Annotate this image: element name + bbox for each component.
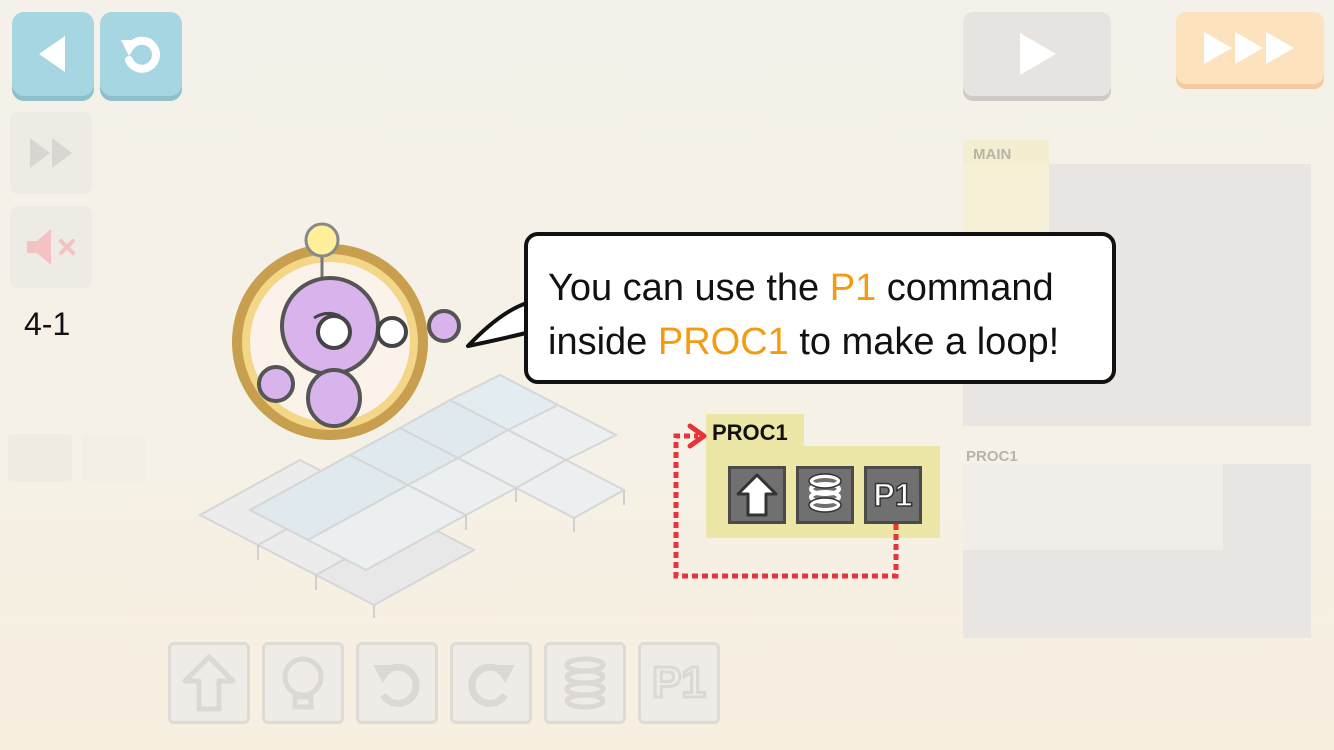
triple-arrow-icon	[1204, 32, 1294, 64]
forward-arrow-icon	[182, 654, 236, 712]
play-button[interactable]	[963, 12, 1111, 96]
side-placeholder	[82, 434, 146, 482]
palette-turn-right-button[interactable]	[450, 642, 532, 724]
sound-muted-icon	[27, 229, 75, 265]
tutorial-text: command	[876, 267, 1054, 309]
main-label: MAIN	[973, 146, 1012, 163]
turn-right-icon	[468, 663, 515, 707]
turn-left-icon	[373, 663, 420, 707]
lightbulb-icon	[282, 656, 324, 710]
spring-icon	[564, 656, 606, 710]
main-slot-highlight	[963, 164, 1049, 236]
step-button[interactable]	[10, 112, 92, 194]
reset-button[interactable]	[100, 12, 182, 96]
palette-p1-button[interactable]: P1	[638, 642, 720, 724]
sound-button[interactable]	[10, 206, 92, 288]
palette-light-button[interactable]	[262, 642, 344, 724]
palette-p1-text: P1	[651, 657, 708, 709]
palette-turn-left-button[interactable]	[356, 642, 438, 724]
reset-icon	[121, 36, 160, 73]
tutorial-text: You can use the	[548, 267, 830, 309]
proc1-slots	[963, 464, 1223, 550]
level-label: 4-1	[24, 306, 71, 342]
tutorial-line-1: You can use the P1 command	[548, 261, 1092, 315]
tutorial-line-2: inside PROC1 to make a loop!	[548, 315, 1092, 369]
tutorial-bubble: You can use the P1 command inside PROC1 …	[524, 232, 1116, 384]
proc1-highlight: PROC1	[657, 321, 789, 363]
tutorial-text: inside	[548, 321, 658, 363]
loop-arrow	[673, 423, 899, 579]
robot-character	[232, 222, 461, 440]
tutorial-text: to make a loop!	[788, 321, 1060, 363]
palette-spring-button[interactable]	[544, 642, 626, 724]
fast-forward-button[interactable]	[1176, 12, 1324, 84]
back-arrow-icon	[39, 36, 65, 72]
main-tab: MAIN	[963, 140, 1049, 166]
play-icon	[1020, 33, 1056, 75]
palette-forward-button[interactable]	[168, 642, 250, 724]
proc1-label: PROC1	[966, 448, 1018, 465]
back-button[interactable]	[12, 12, 94, 96]
fast-forward-icon	[30, 138, 72, 168]
side-placeholder	[8, 434, 72, 482]
p1-highlight: P1	[829, 267, 877, 309]
